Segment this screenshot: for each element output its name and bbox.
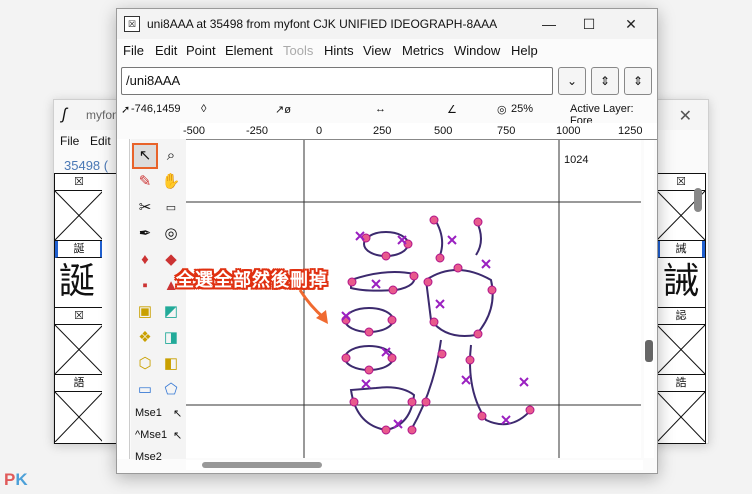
ruler-tick: -500 [183, 125, 206, 137]
bg-menu-edit[interactable]: Edit [90, 134, 111, 148]
scrollbar-thumb[interactable] [202, 462, 322, 468]
scrollbar-thumb[interactable] [645, 340, 653, 362]
cell-label: 誥 [657, 375, 705, 392]
pointer-tool-icon[interactable]: ↖ [132, 143, 158, 169]
chevron-down-icon[interactable]: ⌄ [558, 67, 586, 95]
glyph-cell[interactable]: 誕 誕 [54, 240, 104, 308]
ctrl-mouse1-label: ^Mse1 [135, 429, 168, 441]
curve-point-icon[interactable]: ♦ [134, 249, 156, 271]
delta-icon: ↗ø [275, 104, 291, 116]
pointer-icon: ➚ [121, 104, 131, 116]
pointer-icon: ↖ [173, 408, 183, 420]
glyph-edit-window[interactable]: ☒ uni8AAA at 35498 from myfont CJK UNIFI… [116, 8, 658, 474]
point-icon: ◊ [201, 103, 207, 115]
menu-edit[interactable]: Edit [155, 43, 177, 58]
knife-tool-icon[interactable]: ✂ [134, 197, 156, 219]
horizontal-ruler: -500 -250 0 250 500 750 1000 1250 [180, 123, 657, 140]
watermark-logo: PK [4, 470, 28, 489]
glyph-name-value: /uni8AAA [126, 73, 181, 88]
scale-tool-icon[interactable]: ▣ [134, 301, 156, 323]
ruler-tick: 0 [316, 125, 323, 137]
vertical-scrollbar[interactable] [644, 140, 654, 458]
distance-icon: ↔ [375, 103, 386, 115]
ruler-tick: 1000 [556, 125, 581, 137]
zoom-icon: ◎ [497, 104, 507, 116]
pointer-icon: ↖ [173, 430, 183, 442]
rotate-tool-icon[interactable]: ❖ [134, 327, 156, 349]
flip-tool-icon[interactable]: ◩ [160, 301, 182, 323]
canvas-width-label: 1024 [564, 154, 589, 166]
horizontal-scrollbar[interactable] [186, 460, 643, 470]
glyph-cell[interactable]: 誡 誡 [656, 240, 706, 308]
fontforge-logo-icon: ʃ [62, 106, 67, 123]
ruler-tick: 1250 [618, 125, 643, 137]
ruler-tick: 750 [497, 125, 516, 137]
ruler-tool-icon[interactable]: ▭ [160, 197, 182, 219]
angle-icon: ∠ [447, 104, 457, 116]
menu-metrics[interactable]: Metrics [402, 43, 444, 58]
cell-glyph: 誡 [663, 261, 700, 302]
cell-label: ☒ [55, 174, 103, 191]
cell-label: 語 [55, 375, 103, 392]
prev-glyph-button[interactable]: ⇕ [591, 67, 619, 95]
mouse2-label: Mse2 [135, 451, 162, 463]
vertical-ruler [117, 139, 130, 459]
cell-label: ☒ [55, 308, 103, 325]
cursor-coords: -746,1459 [131, 103, 181, 115]
spiro-tool-icon[interactable]: ◎ [160, 223, 182, 245]
ruler-tick: 250 [373, 125, 392, 137]
menu-hints[interactable]: Hints [324, 43, 354, 58]
corner-point-icon[interactable]: ▪ [134, 275, 156, 297]
cell-label: 誡 [657, 241, 705, 258]
glyph-outline-drawing[interactable] [186, 140, 641, 458]
glyph-cell[interactable]: 誋 [656, 307, 706, 375]
pencil-tool-icon[interactable]: ✎ [134, 171, 156, 193]
toolbox: ↖ ⌕ ✎ ✋ ✂ ▭ ✒ ◎ ♦ ◆ ▪ ▲ ▣ ◩ ❖ ◨ ⬡ ◧ ▭ ⬠ … [131, 139, 186, 463]
window-title: uni8AAA at 35498 from myfont CJK UNIFIED… [147, 17, 498, 31]
glyph-column-partial [102, 173, 117, 444]
magnify-tool-icon[interactable]: ⌕ [160, 145, 182, 167]
glyph-cell[interactable]: ☒ [54, 307, 104, 375]
glyph-cell[interactable]: 語 [54, 374, 104, 444]
cell-empty [54, 190, 104, 241]
info-bar: ➚ -746,1459 ◊ ↗ø ↔ ∠ ◎ 25% Active Layer:… [117, 99, 657, 127]
glyph-name-field[interactable]: /uni8AAA [121, 67, 553, 95]
menu-view[interactable]: View [363, 43, 391, 58]
bg-cursor-info: 35498 ( [64, 158, 109, 173]
perspective-tool-icon[interactable]: ◧ [160, 353, 182, 375]
menu-file[interactable]: File [123, 43, 144, 58]
bg-menu-file[interactable]: File [60, 134, 79, 148]
polygon-tool-icon[interactable]: ⬠ [160, 379, 182, 401]
rectangle-tool-icon[interactable]: ▭ [134, 379, 156, 401]
menu-element[interactable]: Element [225, 43, 273, 58]
glyph-cell[interactable]: ☒ [54, 173, 104, 241]
cell-label: 誋 [657, 308, 705, 325]
titlebar[interactable]: ☒ uni8AAA at 35498 from myfont CJK UNIFI… [117, 9, 657, 39]
cell-label: 誕 [55, 241, 103, 258]
menu-window[interactable]: Window [454, 43, 500, 58]
menu-bar: File Edit Point Element Tools Hints View… [117, 41, 657, 61]
menu-help[interactable]: Help [511, 43, 538, 58]
menu-point[interactable]: Point [186, 43, 216, 58]
annotation-arrow-icon [298, 289, 328, 324]
skew-tool-icon[interactable]: ◨ [160, 327, 182, 349]
bg-scrollbar-thumb[interactable] [694, 188, 702, 212]
glyph-cell[interactable]: 誥 [656, 374, 706, 444]
ruler-tick: 500 [434, 125, 453, 137]
cell-glyph: 誕 [59, 261, 96, 302]
mouse1-label: Mse1 [135, 407, 162, 419]
zoom-level: 25% [511, 103, 534, 115]
minimize-button[interactable]: — [535, 13, 563, 35]
glyph-canvas[interactable]: 1024 [186, 140, 641, 458]
next-glyph-button[interactable]: ⇕ [624, 67, 652, 95]
menu-tools[interactable]: Tools [283, 43, 313, 58]
close-icon[interactable]: ✕ [679, 106, 692, 126]
maximize-button[interactable]: ☐ [575, 13, 603, 35]
close-button[interactable]: ✕ [617, 13, 645, 35]
pen-tool-icon[interactable]: ✒ [134, 223, 156, 245]
app-icon: ☒ [124, 16, 140, 32]
hand-tool-icon[interactable]: ✋ [160, 171, 182, 193]
3d-rotate-tool-icon[interactable]: ⬡ [134, 353, 156, 375]
ruler-tick: -250 [246, 125, 269, 137]
